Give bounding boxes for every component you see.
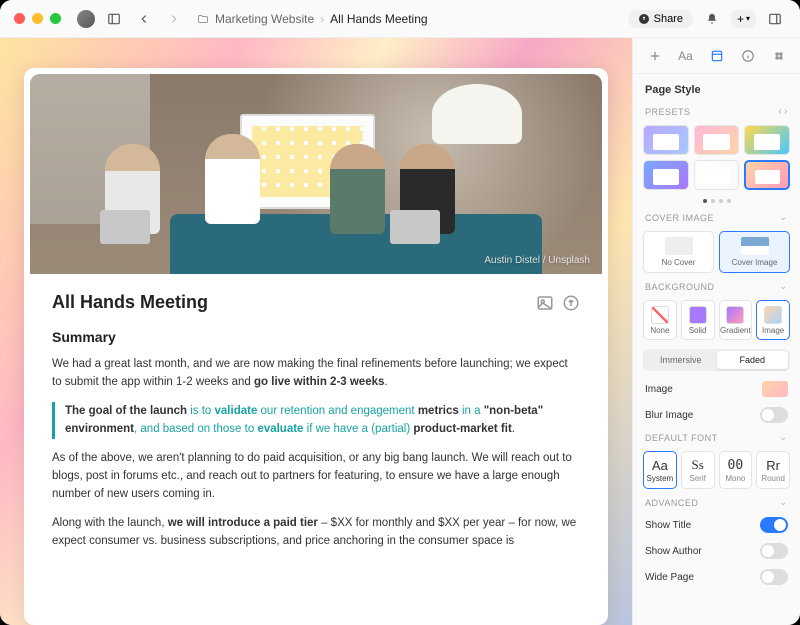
bg-mode-segmented[interactable]: Immersive Faded [643,349,790,371]
nav-forward-icon[interactable] [163,8,185,30]
cover-image-option[interactable]: Cover Image [719,231,790,273]
maximize-window[interactable] [50,13,61,24]
main-body: Austin Distel / Unsplash All Hands Meeti… [0,38,800,625]
image-icon[interactable] [536,294,554,312]
breadcrumb-current[interactable]: All Hands Meeting [330,12,427,26]
toggle-right-panel-icon[interactable] [764,8,786,30]
cover-section-label[interactable]: COVER IMAGE⌄ [633,208,800,227]
new-item-button[interactable]: +▾ [731,10,756,28]
summary-heading[interactable]: Summary [52,329,580,345]
cover-image[interactable]: Austin Distel / Unsplash [30,74,602,274]
show-author-row: Show Author [633,538,800,564]
avatar[interactable] [77,10,95,28]
panel-title: Page Style [633,74,800,102]
style-tab-icon[interactable] [706,45,728,67]
blur-row: Blur Image [633,402,800,428]
window-controls [14,13,61,24]
close-window[interactable] [14,13,25,24]
presets-grid [633,121,800,194]
breadcrumb-folder[interactable]: Marketing Website [215,12,314,26]
background-section-label[interactable]: BACKGROUND⌄ [633,277,800,296]
inspector-panel: Aa Page Style PRESETS ‹› COVER IMAGE⌄ [632,38,800,625]
preset-option[interactable] [694,160,740,190]
paragraph[interactable]: As of the above, we aren't planning to d… [52,449,580,504]
titlebar: Marketing Website › All Hands Meeting Sh… [0,0,800,38]
inspector-tabs: Aa [633,38,800,74]
bg-image-thumbnail[interactable] [762,381,788,397]
folder-icon [197,13,209,25]
share-action-icon[interactable] [562,294,580,312]
info-tab-icon[interactable] [737,45,759,67]
document-canvas: Austin Distel / Unsplash All Hands Meeti… [0,38,632,625]
cover-photo [30,74,602,274]
font-system-option[interactable]: AaSystem [643,451,677,489]
preset-option[interactable] [694,125,740,155]
font-serif-option[interactable]: SsSerif [681,451,715,489]
preset-option[interactable] [744,160,790,190]
preset-pager[interactable] [633,194,800,208]
bg-none-option[interactable]: None [643,300,677,340]
blockquote[interactable]: The goal of the launch is to validate ou… [52,402,580,439]
advanced-section-label[interactable]: ADVANCED⌄ [633,493,800,512]
preset-option[interactable] [744,125,790,155]
page-title[interactable]: All Hands Meeting [52,292,528,313]
preset-option[interactable] [643,160,689,190]
bg-solid-option[interactable]: Solid [681,300,715,340]
bg-gradient-option[interactable]: Gradient [719,300,753,340]
paragraph[interactable]: We had a great last month, and we are no… [52,355,580,392]
add-tab-icon[interactable] [644,45,666,67]
toggle-sidebar-icon[interactable] [103,8,125,30]
preset-option[interactable] [643,125,689,155]
show-title-toggle[interactable] [760,517,788,533]
cover-credit: Austin Distel / Unsplash [484,255,590,266]
minimize-window[interactable] [32,13,43,24]
presets-section-label: PRESETS ‹› [633,102,800,121]
cover-none-option[interactable]: No Cover [643,231,714,273]
nav-back-icon[interactable] [133,8,155,30]
app-window: Marketing Website › All Hands Meeting Sh… [0,0,800,625]
shortcuts-tab-icon[interactable] [768,45,790,67]
typography-tab-icon[interactable]: Aa [675,45,697,67]
breadcrumb: Marketing Website › All Hands Meeting [197,12,428,26]
wide-page-toggle[interactable] [760,569,788,585]
show-author-toggle[interactable] [760,543,788,559]
share-icon [638,13,650,25]
document-content[interactable]: All Hands Meeting Summary We had a great… [24,274,608,579]
preset-nav[interactable]: ‹› [778,106,788,117]
bg-image-option[interactable]: Image [756,300,790,340]
paragraph[interactable]: Along with the launch, we will introduce… [52,514,580,551]
image-row[interactable]: Image [633,376,800,402]
immersive-option[interactable]: Immersive [645,351,717,369]
wide-page-row: Wide Page [633,564,800,590]
font-round-option[interactable]: RrRound [756,451,790,489]
font-section-label[interactable]: DEFAULT FONT⌄ [633,428,800,447]
document: Austin Distel / Unsplash All Hands Meeti… [24,68,608,625]
blur-toggle[interactable] [760,407,788,423]
faded-option[interactable]: Faded [717,351,789,369]
share-button[interactable]: Share [628,10,693,28]
notifications-icon[interactable] [701,8,723,30]
font-mono-option[interactable]: 00Mono [719,451,753,489]
show-title-row: Show Title [633,512,800,538]
